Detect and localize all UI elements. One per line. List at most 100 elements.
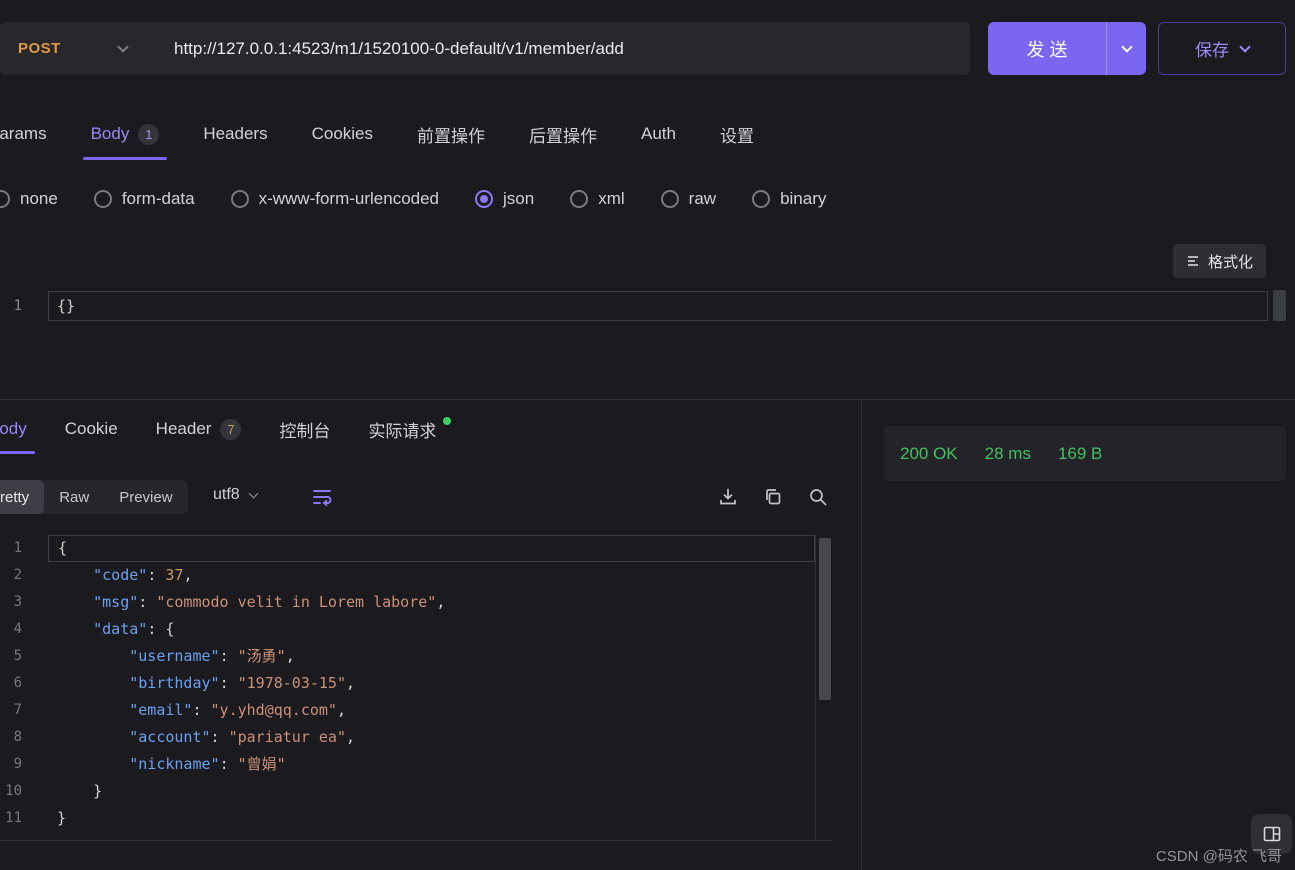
radio-icon <box>93 190 112 208</box>
format-button[interactable]: 格式化 <box>1172 244 1266 278</box>
response-tab-cookie[interactable]: Cookie <box>65 404 118 454</box>
tab-params[interactable]: Params <box>0 108 47 160</box>
request-tabs: Params Body 1 Headers Cookies 前置操作 后置操作 … <box>0 108 754 160</box>
code-line: "msg": "commodo velit in Lorem labore", <box>93 593 446 611</box>
response-status-bar: 200 OK 28 ms 169 B <box>884 426 1286 481</box>
response-size: 169 B <box>1057 443 1103 463</box>
word-wrap-icon[interactable] <box>310 485 334 514</box>
radio-icon <box>570 190 589 208</box>
tab-pre-operations[interactable]: 前置操作 <box>417 108 485 160</box>
horizontal-divider <box>0 399 1295 400</box>
method-label: POST <box>18 40 61 57</box>
format-button-label: 格式化 <box>1207 253 1253 271</box>
request-url-group: POST <box>0 22 970 75</box>
response-time: 28 ms <box>984 443 1031 463</box>
code-line: } <box>57 809 67 827</box>
save-button-label: 保存 <box>1195 41 1229 60</box>
body-type-xml[interactable]: xml <box>570 189 625 209</box>
line-number: 9 <box>13 756 22 772</box>
code-line: "nickname": "曾娟" <box>129 755 286 773</box>
tab-auth[interactable]: Auth <box>641 108 676 160</box>
code-line: { <box>48 535 815 562</box>
send-button[interactable]: 发 送 <box>988 22 1146 75</box>
response-tab-header[interactable]: Header 7 <box>156 404 242 454</box>
chevron-down-icon <box>1120 40 1133 53</box>
radio-icon <box>230 190 249 208</box>
response-json-code: { "code": 37, "msg": "commodo velit in L… <box>48 535 815 832</box>
scrollbar-thumb[interactable] <box>1273 290 1286 321</box>
active-line-highlight <box>48 291 1268 321</box>
request-editor-scrollbar[interactable] <box>1273 290 1286 386</box>
request-body-editor[interactable]: 1 {} <box>0 288 1295 392</box>
response-toolbar: Pretty Raw Preview utf8 <box>0 480 861 516</box>
tab-headers[interactable]: Headers <box>203 108 267 160</box>
line-number: 1 <box>13 298 22 314</box>
copy-icon[interactable] <box>763 487 783 512</box>
tab-post-operations[interactable]: 后置操作 <box>529 108 597 160</box>
body-type-none[interactable]: none <box>0 189 58 209</box>
tab-body[interactable]: Body 1 <box>82 108 168 160</box>
view-mode-raw[interactable]: Raw <box>44 480 104 514</box>
download-icon[interactable] <box>718 487 738 512</box>
vertical-divider <box>861 400 862 870</box>
watermark-text: CSDN @码农 飞哥 <box>1155 848 1282 865</box>
body-type-form-data[interactable]: form-data <box>93 189 195 209</box>
tab-settings[interactable]: 设置 <box>720 108 754 160</box>
view-mode-switch: Pretty Raw Preview <box>0 480 188 514</box>
response-tab-actual-request[interactable]: 实际请求 <box>368 404 452 454</box>
request-body-content: {} <box>57 297 76 315</box>
radio-icon <box>660 190 679 208</box>
line-number-gutter: 1 2 3 4 5 6 7 8 9 10 11 <box>0 535 48 832</box>
header-count-badge: 7 <box>220 418 242 440</box>
search-icon[interactable] <box>808 487 828 512</box>
save-button[interactable]: 保存 <box>1158 22 1286 75</box>
body-type-raw[interactable]: raw <box>660 189 716 209</box>
format-icon <box>1187 256 1198 266</box>
code-line: "birthday": "1978-03-15", <box>129 674 356 692</box>
url-input[interactable] <box>160 22 970 75</box>
response-tab-console[interactable]: 控制台 <box>279 404 330 454</box>
send-options-button[interactable] <box>1107 40 1146 53</box>
activity-dot-icon <box>443 417 452 425</box>
line-number: 11 <box>5 810 22 826</box>
code-line: "code": 37, <box>93 566 193 584</box>
line-number: 7 <box>13 702 22 718</box>
line-number: 8 <box>13 729 22 745</box>
chevron-down-icon <box>248 488 259 498</box>
line-number: 2 <box>13 567 22 583</box>
line-number: 5 <box>13 648 22 664</box>
line-number: 10 <box>5 783 22 799</box>
radio-selected-icon <box>475 190 494 208</box>
view-mode-pretty[interactable]: Pretty <box>0 480 45 514</box>
body-type-urlencoded[interactable]: x-www-form-urlencoded <box>230 189 439 209</box>
code-line: } <box>93 782 103 800</box>
response-tabs: Body Cookie Header 7 控制台 实际请求 <box>0 404 452 454</box>
body-type-binary[interactable]: binary <box>752 189 826 209</box>
code-line: "account": "pariatur ea", <box>129 728 356 746</box>
chevron-down-icon <box>117 40 129 53</box>
line-number: 6 <box>13 675 22 691</box>
encoding-select[interactable]: utf8 <box>213 486 259 504</box>
chevron-down-icon <box>1239 40 1251 53</box>
response-scrollbar[interactable] <box>815 535 832 841</box>
line-number: 3 <box>13 594 22 610</box>
body-type-selector: none form-data x-www-form-urlencoded jso… <box>0 181 826 217</box>
radio-icon <box>0 190 10 208</box>
code-line: "username": "汤勇", <box>129 647 295 665</box>
send-button-label: 发 送 <box>1026 39 1068 60</box>
tab-cookies[interactable]: Cookies <box>312 108 373 160</box>
line-number: 1 <box>13 540 22 556</box>
radio-icon <box>752 190 771 208</box>
method-select[interactable]: POST <box>0 22 160 75</box>
code-line: "data": { <box>93 620 175 638</box>
code-line: "email": "y.yhd@qq.com", <box>129 701 346 719</box>
line-number: 4 <box>13 621 22 637</box>
response-body-viewer[interactable]: 1 2 3 4 5 6 7 8 9 10 11 { "code": 37, "msg": "comm… <box>0 535 832 841</box>
layout-icon <box>1263 826 1280 842</box>
body-count-badge: 1 <box>138 123 160 145</box>
view-mode-preview[interactable]: Preview <box>104 480 187 514</box>
body-type-json[interactable]: json <box>475 189 534 209</box>
response-tab-body[interactable]: Body <box>0 404 35 454</box>
scrollbar-thumb[interactable] <box>819 538 831 700</box>
status-code: 200 OK <box>900 443 958 463</box>
